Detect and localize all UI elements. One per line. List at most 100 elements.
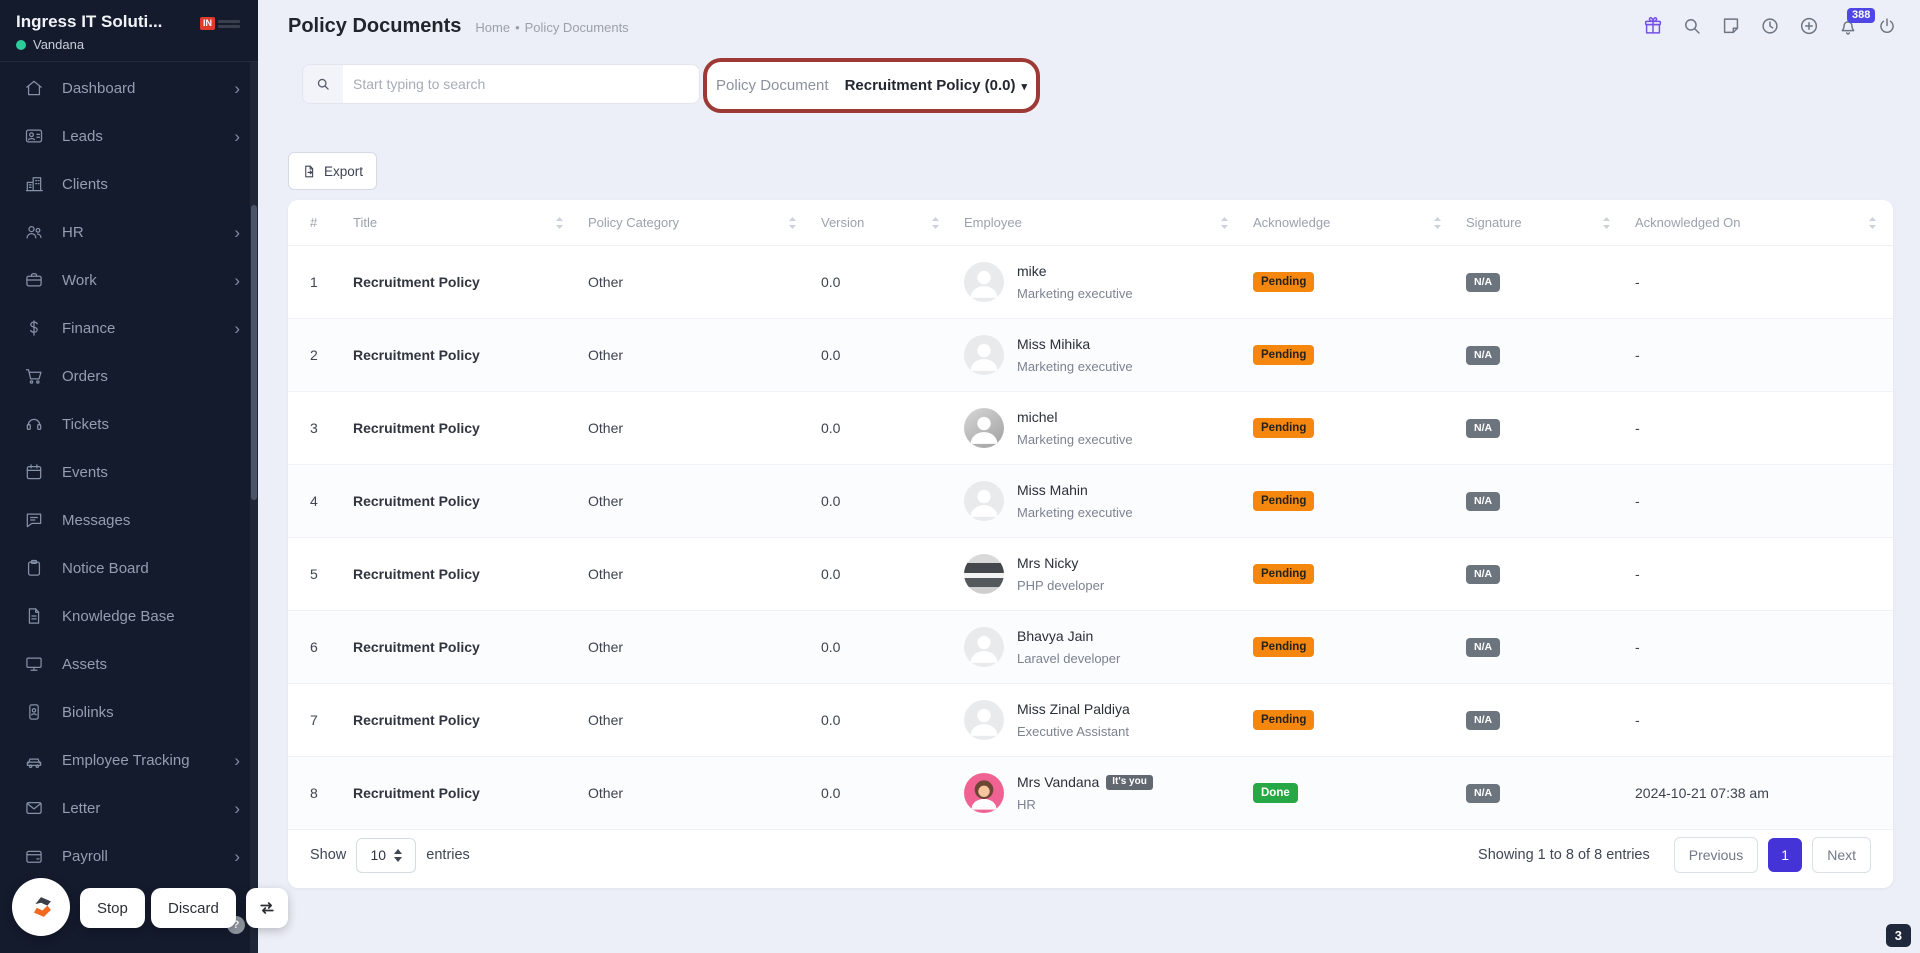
policy-title: Recruitment Policy <box>353 420 480 436</box>
column-header[interactable]: Version <box>813 215 956 230</box>
employee-name[interactable]: Mrs Vandana <box>1017 774 1099 790</box>
column-header[interactable]: Title <box>345 215 580 230</box>
employee-role: Executive Assistant <box>1017 724 1129 739</box>
sort-icon[interactable] <box>931 216 940 230</box>
notification-bell-icon[interactable]: 388 <box>1837 8 1876 37</box>
employee-name[interactable]: Bhavya Jain <box>1017 628 1093 644</box>
gift-icon[interactable] <box>1642 15 1664 37</box>
page-size-select[interactable]: 10 <box>356 837 417 873</box>
sidebar-item[interactable]: Employee Tracking › <box>0 736 258 784</box>
sidebar-item[interactable]: Knowledge Base › <box>0 592 258 640</box>
page-title: Policy Documents <box>288 15 462 37</box>
policy-document-value[interactable]: Recruitment Policy (0.0) ▾ <box>845 77 1027 94</box>
acknowledge-badge: Pending <box>1253 272 1315 293</box>
discard-button[interactable]: Discard <box>151 888 236 928</box>
policy-document-dropdown[interactable]: Policy Document Recruitment Policy (0.0)… <box>703 58 1040 113</box>
sidebar-scrollbar-thumb[interactable] <box>251 205 257 500</box>
page-1-button[interactable]: 1 <box>1768 838 1803 872</box>
employee-name[interactable]: Miss Zinal Paldiya <box>1017 701 1130 717</box>
search-icon[interactable] <box>1681 15 1703 37</box>
employee-name[interactable]: mike <box>1017 263 1047 279</box>
row-number: 3 <box>310 420 318 436</box>
table-row[interactable]: 8 Recruitment Policy Other 0.0 Mrs Vanda… <box>288 757 1893 830</box>
table-row[interactable]: 2 Recruitment Policy Other 0.0 Miss Mihi… <box>288 319 1893 392</box>
sidebar-item[interactable]: Finance › <box>0 304 258 352</box>
column-header[interactable]: # <box>288 215 345 230</box>
sidebar-item[interactable]: Events › <box>0 448 258 496</box>
acknowledge-cell: Pending <box>1245 345 1458 366</box>
recorder-logo-button[interactable] <box>12 878 70 936</box>
employee-name[interactable]: michel <box>1017 409 1057 425</box>
breadcrumb-current: Policy Documents <box>524 20 629 35</box>
table-row[interactable]: 1 Recruitment Policy Other 0.0 mike Mark… <box>288 246 1893 319</box>
letter-icon <box>24 798 44 818</box>
column-header[interactable]: Signature <box>1458 215 1627 230</box>
table-search <box>302 64 700 104</box>
sort-icon[interactable] <box>1868 216 1877 230</box>
sidebar-item[interactable]: Payroll › <box>0 832 258 880</box>
employee-name[interactable]: Miss Mihika <box>1017 336 1090 352</box>
sidebar-item-label: Orders <box>62 367 108 385</box>
chevron-right-icon: › <box>234 270 240 290</box>
policy-version: 0.0 <box>821 274 841 290</box>
previous-page-button[interactable]: Previous <box>1673 837 1759 873</box>
power-icon[interactable] <box>1876 15 1898 37</box>
column-header[interactable]: Acknowledged On <box>1627 215 1893 230</box>
breadcrumb-home[interactable]: Home <box>475 20 510 35</box>
stop-button[interactable]: Stop <box>80 888 145 928</box>
table-row[interactable]: 3 Recruitment Policy Other 0.0 michel Ma… <box>288 392 1893 465</box>
policy-category: Other <box>588 712 624 728</box>
hr-icon <box>24 222 44 242</box>
sidebar-item[interactable]: Biolinks › <box>0 688 258 736</box>
notes-icon[interactable] <box>1720 15 1742 37</box>
sort-icon[interactable] <box>1602 216 1611 230</box>
chevron-right-icon: › <box>234 78 240 98</box>
sidebar-item[interactable]: Dashboard › <box>0 64 258 112</box>
table-body: 1 Recruitment Policy Other 0.0 mike Mark… <box>288 246 1893 830</box>
table-row[interactable]: 7 Recruitment Policy Other 0.0 Miss Zina… <box>288 684 1893 757</box>
table-row[interactable]: 6 Recruitment Policy Other 0.0 Bhavya Ja… <box>288 611 1893 684</box>
sidebar-item[interactable]: Messages › <box>0 496 258 544</box>
sort-icon[interactable] <box>1220 216 1229 230</box>
workspace-switcher[interactable]: Ingress IT Soluti... Vandana IN <box>0 0 258 62</box>
employee-cell: Miss Zinal Paldiya Executive Assistant <box>956 700 1245 740</box>
sidebar-item[interactable]: HR › <box>0 208 258 256</box>
sort-icon[interactable] <box>1433 216 1442 230</box>
employee-name[interactable]: Miss Mahin <box>1017 482 1088 498</box>
search-input[interactable] <box>343 76 699 92</box>
employee-cell: michel Marketing executive <box>956 408 1245 448</box>
employee-name[interactable]: Mrs Nicky <box>1017 555 1078 571</box>
sidebar-item[interactable]: Work › <box>0 256 258 304</box>
next-page-button[interactable]: Next <box>1812 837 1871 873</box>
employee-role: HR <box>1017 797 1036 812</box>
biolinks-icon <box>24 702 44 722</box>
table-row[interactable]: 5 Recruitment Policy Other 0.0 Mrs Nicky… <box>288 538 1893 611</box>
tickets-icon <box>24 414 44 434</box>
sidebar-item[interactable]: Assets › <box>0 640 258 688</box>
sort-icon[interactable] <box>788 216 797 230</box>
sidebar-scrollbar-track[interactable] <box>250 62 258 953</box>
sidebar-item[interactable]: Clients › <box>0 160 258 208</box>
sidebar-item[interactable]: Leads › <box>0 112 258 160</box>
signature-cell: N/A <box>1458 783 1627 804</box>
swap-arrows-button[interactable] <box>246 888 288 928</box>
column-header[interactable]: Policy Category <box>580 215 813 230</box>
sidebar-item[interactable]: Letter › <box>0 784 258 832</box>
notification-count-badge: 388 <box>1847 8 1876 23</box>
sidebar-item-label: Assets <box>62 655 108 673</box>
history-icon[interactable] <box>1759 15 1781 37</box>
column-header[interactable]: Employee <box>956 215 1245 230</box>
sidebar-item[interactable]: Orders › <box>0 352 258 400</box>
topbar: Policy Documents Home•Policy Documents <box>258 0 1920 52</box>
export-button[interactable]: Export <box>288 152 378 190</box>
table-footer: Show 10 entries Showing 1 to 8 of 8 entr… <box>288 822 1893 888</box>
sidebar-item[interactable]: Tickets › <box>0 400 258 448</box>
add-icon[interactable] <box>1798 15 1820 37</box>
sort-icon[interactable] <box>555 216 564 230</box>
column-header[interactable]: Acknowledge <box>1245 215 1458 230</box>
sidebar-item-label: Work <box>62 271 97 289</box>
sidebar-item[interactable]: Notice Board › <box>0 544 258 592</box>
table-row[interactable]: 4 Recruitment Policy Other 0.0 Miss Mahi… <box>288 465 1893 538</box>
policy-category: Other <box>588 639 624 655</box>
signature-cell: N/A <box>1458 272 1627 293</box>
